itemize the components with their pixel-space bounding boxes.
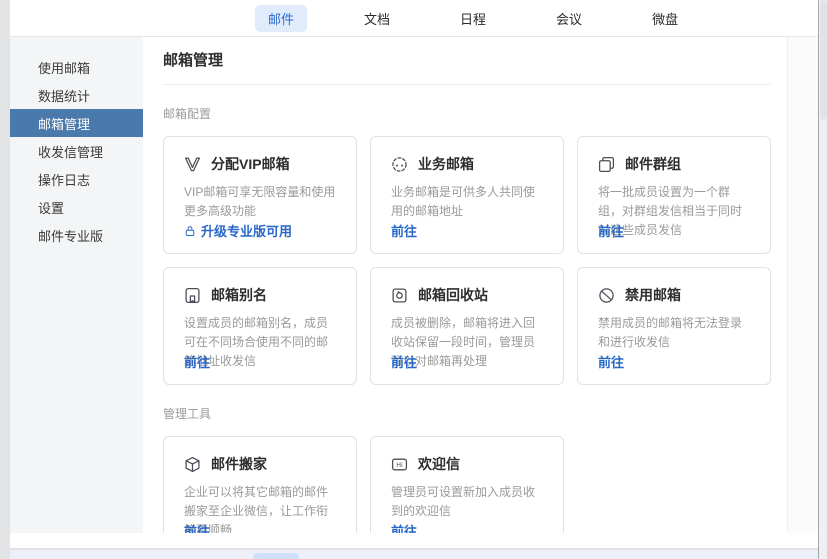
mailbox-config-grid: 分配VIP邮箱 VIP邮箱可享无限容量和使用更多高级功能 升级专业版可用 [163,136,771,385]
section-label-mailbox-config: 邮箱配置 [163,105,771,122]
scrollbar-thumb[interactable] [820,0,827,120]
card-business-mailbox: 业务邮箱 业务邮箱是可供多人共同使用的邮箱地址 前往 [370,136,564,254]
card-title: 邮件群组 [625,154,681,174]
card-title: 邮箱别名 [211,285,267,305]
card-disable-mailbox: 禁用邮箱 禁用成员的邮箱将无法登录和进行收发信 前往 [577,267,771,385]
vip-v-icon [184,156,201,173]
card-title: 禁用邮箱 [625,285,681,305]
page-title: 邮箱管理 [163,49,771,85]
card-vip-mailbox: 分配VIP邮箱 VIP邮箱可享无限容量和使用更多高级功能 升级专业版可用 [163,136,357,254]
card-title: 邮件搬家 [211,454,267,474]
vertical-scrollbar[interactable] [818,0,827,559]
tab-drive[interactable]: 微盘 [639,5,691,32]
mailbox-alias-icon [184,287,201,304]
card-title: 欢迎信 [418,454,460,474]
tab-meeting[interactable]: 会议 [543,5,595,32]
main-area: 使用邮箱 数据统计 邮箱管理 收发信管理 操作日志 设置 邮件专业版 邮箱管理 … [10,37,818,533]
recycle-bin-icon [391,287,408,304]
card-mailbox-alias: 邮箱别名 设置成员的邮箱别名，成员可在不同场合使用不同的邮箱地址收发信 前往 [163,267,357,385]
card-title: 业务邮箱 [418,154,474,174]
tab-mail[interactable]: 邮件 [255,5,307,32]
go-link[interactable]: 前往 [391,221,417,240]
go-link[interactable]: 前往 [184,352,210,371]
sidebar-item-settings[interactable]: 设置 [10,193,143,221]
go-link[interactable]: 前往 [184,521,210,533]
tab-docs[interactable]: 文档 [351,5,403,32]
left-edge-strip [0,0,10,559]
card-welcome-letter: Hi 欢迎信 管理员可设置新加入成员收到的欢迎信 前往 [370,436,564,533]
package-box-icon [184,456,201,473]
clipped-bottom-button[interactable] [253,553,299,559]
tab-schedule[interactable]: 日程 [447,5,499,32]
screen: 邮件 文档 日程 会议 微盘 使用邮箱 数据统计 邮箱管理 收发信管理 操作日志… [0,0,827,559]
svg-text:Hi: Hi [396,461,403,469]
ban-icon [598,287,615,304]
admin-tools-grid: 邮件搬家 企业可以将其它邮箱的邮件搬家至企业微信，让工作衔接更顺畅 前往 Hi [163,436,771,533]
content-panel: 邮箱管理 邮箱配置 分配VIP邮箱 VIP邮箱可享无限容量和使用更多高级功能 [143,37,787,533]
card-mail-migration: 邮件搬家 企业可以将其它邮箱的邮件搬家至企业微信，让工作衔接更顺畅 前往 [163,436,357,533]
card-desc: VIP邮箱可享无限容量和使用更多高级功能 [184,183,338,221]
shared-mailbox-icon [391,156,408,173]
card-desc: 业务邮箱是可供多人共同使用的邮箱地址 [391,183,545,221]
sidebar-item-statistics[interactable]: 数据统计 [10,81,143,109]
card-title: 邮箱回收站 [418,285,488,305]
upgrade-pro-link[interactable]: 升级专业版可用 [184,221,292,240]
sidebar-item-send-receive[interactable]: 收发信管理 [10,137,143,165]
go-link[interactable]: 前往 [598,221,624,240]
card-desc: 禁用成员的邮箱将无法登录和进行收发信 [598,314,752,352]
card-desc: 管理员可设置新加入成员收到的欢迎信 [391,483,545,521]
sidebar-item-mailbox-management[interactable]: 邮箱管理 [10,109,143,137]
card-mail-group: 邮件群组 将一批成员设置为一个群组，对群组发信相当于同时对这些成员发信 前往 [577,136,771,254]
section-label-admin-tools: 管理工具 [163,405,771,422]
sidebar-item-operation-log[interactable]: 操作日志 [10,165,143,193]
sidebar-item-mail-pro[interactable]: 邮件专业版 [10,221,143,249]
card-mailbox-recycle-bin: 邮箱回收站 成员被删除，邮箱将进入回收站保留一段时间，管理员可以对邮箱再处理 前… [370,267,564,385]
sidebar: 使用邮箱 数据统计 邮箱管理 收发信管理 操作日志 设置 邮件专业版 [10,37,143,533]
mail-group-icon [598,156,615,173]
sidebar-item-use-mailbox[interactable]: 使用邮箱 [10,53,143,81]
admin-window: 邮件 文档 日程 会议 微盘 使用邮箱 数据统计 邮箱管理 收发信管理 操作日志… [10,0,818,550]
hi-letter-icon: Hi [391,456,408,473]
top-navigation: 邮件 文档 日程 会议 微盘 [10,0,818,37]
lock-icon [184,225,196,237]
go-link[interactable]: 前往 [598,352,624,371]
go-link[interactable]: 前往 [391,521,417,533]
go-link[interactable]: 前往 [391,352,417,371]
content-right-gutter [787,37,818,533]
card-title: 分配VIP邮箱 [211,154,290,174]
